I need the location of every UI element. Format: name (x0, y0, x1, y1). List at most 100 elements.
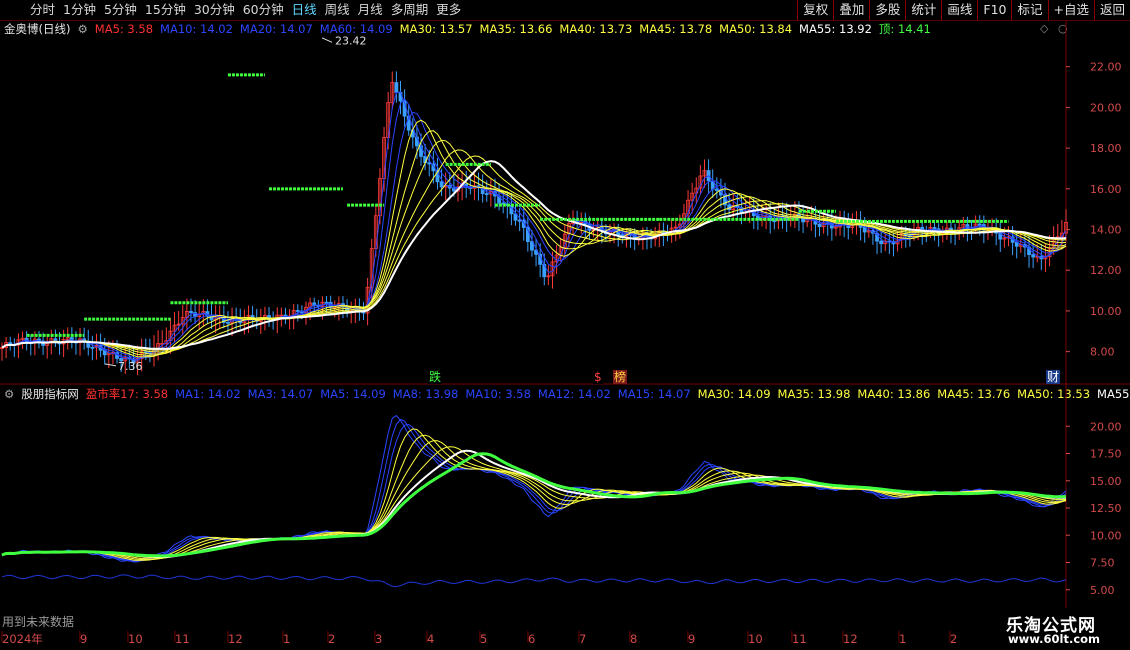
action-button-1[interactable]: 叠加 (833, 0, 869, 20)
candle-body-118 (484, 193, 489, 196)
date-tick-8: | (425, 629, 429, 643)
sub-ma-blue-0 (1, 414, 1067, 563)
date-label-14: 10 (748, 632, 763, 646)
sub-tick-3: 12.50 (1090, 502, 1122, 515)
event-marker-3[interactable]: 财 (1046, 370, 1061, 384)
candle-body-174 (714, 188, 719, 191)
date-label-0: 2024年 (2, 632, 43, 646)
date-label-2: 10 (128, 632, 143, 646)
price-tick-6: 10.00 (1090, 305, 1122, 318)
candle-body-126 (517, 219, 522, 222)
date-axis: 2024年 | 9 | 10 | 11 | 12 | 1 | 2 | 3 | 4 | 5 | 6 | 7 | 8 | 9 | 10 | 11… (0, 629, 980, 650)
candle-body-72 (295, 310, 300, 312)
date-tick-0: | (0, 629, 4, 643)
date-tick-15: | (790, 629, 794, 643)
price-tick-3: 16.00 (1090, 183, 1122, 196)
action-buttons: 复权 叠加 多股 统计 画线 F10 标记 +自选 返回 (797, 0, 1130, 20)
candle-body-55 (226, 322, 230, 324)
candle-body-96 (394, 82, 399, 93)
sub-tick-6: 5.00 (1090, 584, 1115, 597)
date-label-4: 12 (228, 632, 243, 646)
watermark-url: www.60lt.com (1008, 632, 1101, 646)
sub-tick-5: 7.50 (1090, 557, 1115, 570)
ma55-line (1, 160, 1067, 350)
period-tab-8[interactable]: 月线 (354, 0, 387, 20)
action-button-8[interactable]: 返回 (1093, 0, 1130, 20)
ma-yellow-0 (1, 119, 1067, 358)
period-tab-7[interactable]: 周线 (321, 0, 354, 20)
date-label-16: 12 (843, 632, 858, 646)
date-tick-3: | (173, 629, 177, 643)
date-tick-2: | (126, 629, 130, 643)
ma-yellow-3 (1, 149, 1067, 353)
ma-yellow-2 (1, 139, 1067, 355)
ma-yellow-4 (1, 155, 1067, 351)
date-tick-18: | (948, 629, 952, 643)
event-marker-0[interactable]: 跌 (428, 370, 443, 384)
date-tick-12: | (628, 629, 632, 643)
date-tick-14: | (746, 629, 750, 643)
sub-ma-white (1, 449, 1066, 558)
period-tab-5[interactable]: 60分钟 (239, 0, 288, 20)
period-tab-3[interactable]: 15分钟 (141, 0, 190, 20)
date-label-15: 11 (792, 632, 807, 646)
price-tick-7: 8.00 (1090, 346, 1115, 359)
watermark: 乐淘公式网 www.60lt.com (1000, 608, 1130, 650)
date-tick-7: | (373, 629, 377, 643)
action-button-6[interactable]: 标记 (1011, 0, 1047, 20)
future-data-note: 用到未来数据 (2, 615, 75, 629)
price-tick-2: 18.00 (1090, 142, 1122, 155)
candle-body-238 (977, 223, 982, 226)
date-tick-1: | (78, 629, 82, 643)
period-toolbar: 分时 1分钟 5分钟 15分钟 30分钟 60分钟 日线 周线 月线 多周期 更多 复权 叠加 多股 统计… (0, 0, 1130, 21)
date-tick-5: | (281, 629, 285, 643)
period-tab-0[interactable]: 分时 (26, 0, 59, 20)
candle-body-227 (932, 227, 937, 230)
indicator-chart[interactable]: 20.00 17.50 15.00 12.50 10.00 7.50 5.00 (0, 385, 1130, 630)
candle-body-79 (324, 301, 329, 304)
period-tab-2[interactable]: 5分钟 (100, 0, 141, 20)
period-tab-1[interactable]: 1分钟 (59, 0, 100, 20)
action-button-7[interactable]: +自选 (1047, 0, 1094, 20)
candle-body-107 (439, 181, 444, 188)
action-button-0[interactable]: 复权 (797, 0, 833, 20)
date-tick-9: | (478, 629, 482, 643)
sub-tick-4: 10.00 (1090, 529, 1122, 542)
event-marker-2[interactable]: 榜 (613, 370, 628, 384)
date-tick-17: | (897, 629, 901, 643)
period-tab-10[interactable]: 更多 (432, 0, 465, 20)
date-label-3: 11 (175, 632, 190, 646)
date-tick-10: | (526, 629, 530, 643)
sub-ma-green (1, 452, 1067, 558)
max-price-pointer (321, 37, 333, 43)
event-marker-1[interactable]: $ (593, 370, 603, 384)
action-button-5[interactable]: F10 (977, 0, 1011, 20)
date-tick-13: | (686, 629, 690, 643)
price-chart[interactable]: 22.00 20.00 18.00 16.00 14.00 12.00 10.00 8.00 2… (0, 20, 1130, 385)
candle-body-199 (817, 223, 822, 228)
date-tick-4: | (226, 629, 230, 643)
price-tick-1: 20.00 (1090, 101, 1122, 114)
candle-body-214 (879, 240, 884, 245)
period-tab-4[interactable]: 30分钟 (190, 0, 239, 20)
price-tick-4: 14.00 (1090, 224, 1122, 237)
date-tick-6: | (326, 629, 330, 643)
period-tab-9[interactable]: 多周期 (387, 0, 433, 20)
sub-tick-1: 17.50 (1090, 448, 1122, 461)
action-button-4[interactable]: 画线 (941, 0, 977, 20)
date-tick-11: | (577, 629, 581, 643)
candle-body-46 (189, 310, 193, 314)
min-price-label: 7.36 (118, 360, 143, 373)
candle-body-251 (1031, 254, 1036, 258)
candle-body-22 (90, 346, 95, 349)
min-price-pointer (104, 363, 117, 367)
price-tick-0: 22.00 (1090, 61, 1122, 74)
sub-tick-2: 15.00 (1090, 475, 1122, 488)
action-button-3[interactable]: 统计 (905, 0, 941, 20)
price-tick-5: 12.00 (1090, 264, 1122, 277)
sub-tick-0: 20.00 (1090, 420, 1122, 433)
date-tick-16: | (841, 629, 845, 643)
action-button-2[interactable]: 多股 (869, 0, 905, 20)
max-price-label: 23.42 (335, 34, 367, 47)
period-tab-6[interactable]: 日线 (288, 0, 321, 20)
